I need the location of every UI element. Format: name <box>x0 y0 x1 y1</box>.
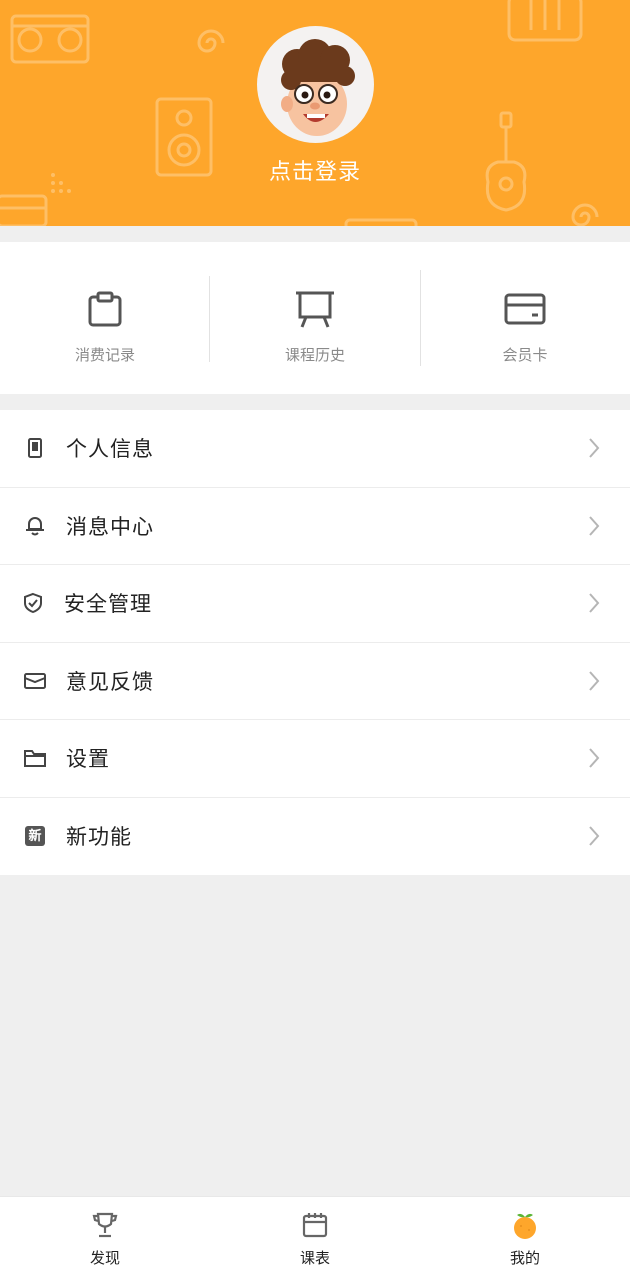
menu-item-settings[interactable]: 设置 <box>0 720 630 798</box>
tab-label: 发现 <box>89 1249 120 1267</box>
tape-doodle-icon <box>0 194 48 226</box>
quick-label: 消费记录 <box>74 346 135 364</box>
presentation-board-icon <box>296 291 334 328</box>
menu-item-label: 新功能 <box>66 825 132 850</box>
card-icon <box>504 293 546 325</box>
settings-menu: 个人信息 消息中心 安全管理 意见反馈 设置 新 新功能 <box>0 410 630 875</box>
trophy-icon <box>92 1212 118 1238</box>
menu-item-new-features[interactable]: 新 新功能 <box>0 798 630 876</box>
chevron-right-icon <box>589 671 600 691</box>
quick-label: 课程历史 <box>284 346 345 364</box>
menu-item-security[interactable]: 安全管理 <box>0 565 630 643</box>
quick-course-history[interactable]: 课程历史 <box>210 242 420 394</box>
menu-item-feedback[interactable]: 意见反馈 <box>0 643 630 720</box>
cartoon-avatar-icon <box>281 39 355 136</box>
quick-consumption-records[interactable]: 消费记录 <box>0 242 210 394</box>
swirl-doodle-icon <box>197 29 225 53</box>
phone-icon <box>28 438 42 459</box>
tab-label: 课表 <box>299 1249 330 1267</box>
quick-label: 会员卡 <box>502 346 548 364</box>
divider <box>209 276 210 362</box>
cassette-doodle-icon <box>507 0 583 42</box>
chevron-right-icon <box>589 516 600 536</box>
avatar[interactable] <box>257 26 374 143</box>
envelope-icon <box>24 672 46 689</box>
radio-doodle-icon <box>10 14 90 64</box>
tab-schedule[interactable]: 课表 <box>210 1197 420 1280</box>
menu-item-personal-info[interactable]: 个人信息 <box>0 410 630 488</box>
tab-mine[interactable]: 我的 <box>420 1197 630 1280</box>
quick-actions: 消费记录 课程历史 会员卡 <box>0 242 630 394</box>
folder-icon <box>24 750 46 768</box>
calendar-icon <box>302 1213 328 1238</box>
tab-label: 我的 <box>509 1249 540 1267</box>
divider <box>420 270 421 366</box>
bell-icon <box>26 516 44 536</box>
chevron-right-icon <box>589 826 600 846</box>
orange-fruit-icon <box>514 1213 536 1239</box>
menu-item-label: 消息中心 <box>66 514 154 539</box>
menu-item-label: 设置 <box>66 747 110 772</box>
swirl-doodle-icon <box>571 203 599 226</box>
bottom-tab-bar: 发现 课表 我的 <box>0 1196 630 1280</box>
drum-doodle-icon <box>344 218 418 226</box>
menu-item-label: 安全管理 <box>64 592 152 617</box>
menu-item-message-center[interactable]: 消息中心 <box>0 488 630 565</box>
menu-item-label: 个人信息 <box>66 437 154 462</box>
new-badge-icon: 新 <box>25 826 45 847</box>
login-button[interactable]: 点击登录 <box>0 154 630 186</box>
shield-icon <box>24 593 42 614</box>
profile-header: 点击登录 <box>0 0 630 226</box>
chevron-right-icon <box>589 593 600 613</box>
tab-discover[interactable]: 发现 <box>0 1197 210 1280</box>
menu-item-label: 意见反馈 <box>66 669 154 694</box>
chevron-right-icon <box>589 438 600 458</box>
chevron-right-icon <box>589 748 600 768</box>
quick-membership-card[interactable]: 会员卡 <box>420 242 630 394</box>
clipboard-icon <box>88 291 122 327</box>
